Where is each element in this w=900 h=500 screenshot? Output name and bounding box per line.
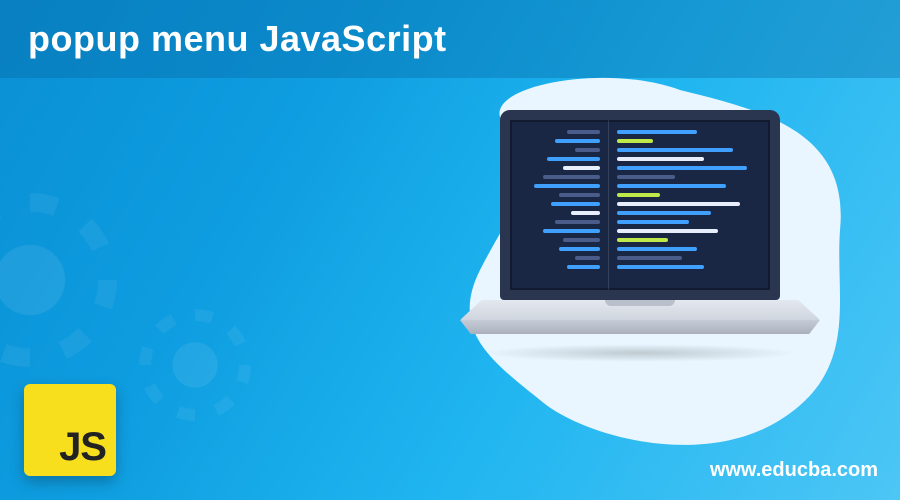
banner: popup menu JavaScript bbox=[0, 0, 900, 500]
laptop-screen bbox=[500, 110, 780, 300]
laptop-illustration bbox=[460, 110, 820, 370]
javascript-logo: JS bbox=[24, 384, 116, 476]
page-title: popup menu JavaScript bbox=[28, 18, 447, 60]
gear-icon bbox=[0, 210, 100, 350]
gear-icon bbox=[150, 320, 240, 410]
laptop-base bbox=[460, 300, 820, 350]
javascript-logo-text: JS bbox=[59, 425, 106, 470]
title-bar: popup menu JavaScript bbox=[0, 0, 900, 78]
code-column-right bbox=[609, 120, 770, 290]
website-url: www.educba.com bbox=[710, 459, 878, 482]
code-column-left bbox=[510, 120, 609, 290]
